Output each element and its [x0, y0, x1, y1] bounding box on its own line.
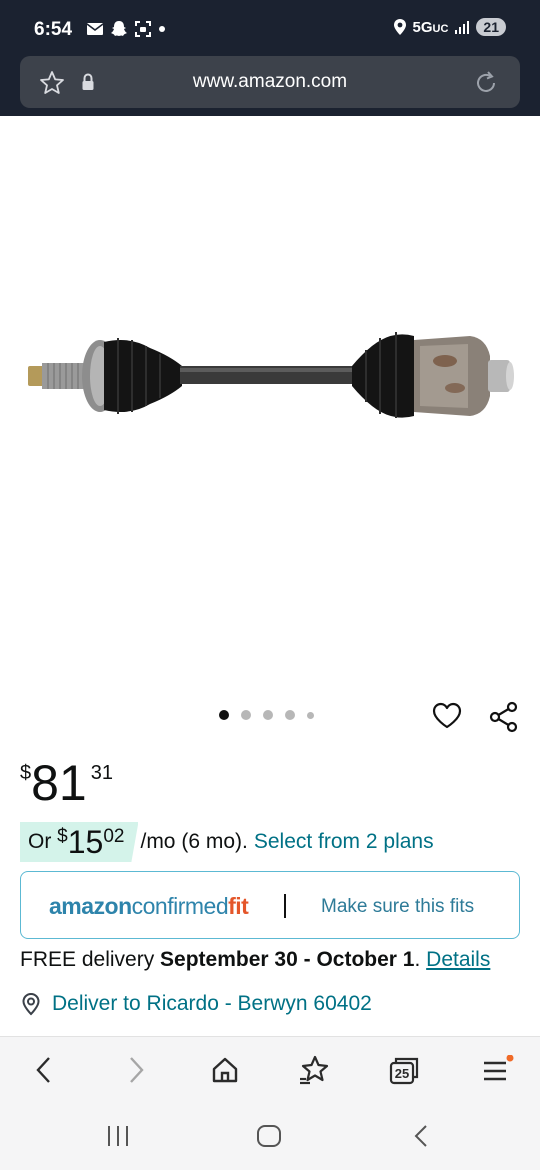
select-plans-link[interactable]: Select from 2 plans	[254, 830, 434, 854]
forward-icon[interactable]	[124, 1053, 148, 1087]
delivery-dot: .	[414, 948, 421, 971]
monthly-tag: Or $ 15 02	[20, 822, 139, 862]
location-icon	[393, 19, 406, 35]
url-text[interactable]: www.amazon.com	[20, 71, 520, 93]
location-pin-icon	[22, 992, 40, 1016]
reload-icon[interactable]	[472, 69, 500, 97]
product-image[interactable]	[0, 116, 540, 696]
bookmarks-icon[interactable]	[298, 1053, 332, 1087]
deliver-to-text[interactable]: Deliver to Ricardo - Berwyn 60402	[52, 992, 372, 1016]
price-symbol: $	[20, 762, 32, 784]
system-back-icon[interactable]	[408, 1124, 434, 1148]
back-icon[interactable]	[32, 1053, 56, 1087]
notification-icons	[86, 20, 166, 38]
battery-badge: 21	[476, 18, 506, 36]
share-icon[interactable]	[488, 701, 520, 733]
network-label: 5GUC	[412, 18, 449, 36]
dot-icon	[159, 26, 165, 32]
carousel-dot[interactable]	[241, 710, 251, 720]
carousel-dot[interactable]	[285, 710, 295, 720]
url-bar[interactable]: www.amazon.com	[20, 56, 520, 108]
delivery-prefix: FREE delivery	[20, 948, 161, 971]
confirmed-fit-logo: amazonconfirmedfit	[49, 893, 249, 919]
monthly-symbol: $	[57, 826, 68, 847]
status-bar: 6:54 5GUC 21	[0, 0, 540, 50]
status-time: 6:54	[34, 19, 73, 40]
heart-icon[interactable]	[432, 702, 462, 730]
monthly-prefix: Or	[28, 830, 58, 853]
tabs-count: 25	[394, 1066, 410, 1081]
screenshot-icon	[135, 21, 151, 37]
browser-toolbar: www.amazon.com	[0, 50, 540, 116]
divider	[284, 894, 286, 918]
carousel-dot[interactable]	[307, 711, 314, 719]
home-nav-icon[interactable]	[256, 1124, 282, 1148]
monthly-fraction: 02	[103, 826, 125, 847]
monthly-whole: 15	[67, 823, 104, 860]
system-nav-bar	[0, 1102, 540, 1170]
cv-axle-shaft-image	[28, 332, 514, 418]
price-whole: 81	[31, 755, 87, 811]
make-sure-fits-link[interactable]: Make sure this fits	[321, 896, 474, 918]
price-fraction: 31	[90, 762, 113, 784]
menu-icon	[484, 1054, 514, 1081]
recent-apps-icon[interactable]	[106, 1124, 132, 1148]
tabs-button[interactable]: 25	[388, 1055, 420, 1085]
carousel-dots[interactable]	[219, 710, 314, 720]
deliver-to-link[interactable]: Deliver to Ricardo - Berwyn 60402	[20, 992, 372, 1016]
delivery-info: FREE delivery September 30 - October 1. …	[20, 948, 490, 972]
menu-button[interactable]	[482, 1054, 514, 1090]
details-link[interactable]: Details	[426, 948, 490, 971]
signal-icon	[455, 21, 470, 34]
system-icons: 5GUC 21	[393, 18, 506, 36]
home-icon[interactable]	[210, 1053, 240, 1087]
monthly-suffix: /mo (6 mo).	[140, 830, 248, 853]
snapchat-icon	[111, 21, 127, 36]
carousel-dot-active[interactable]	[219, 710, 229, 720]
mail-icon	[86, 23, 104, 35]
confirmed-fit-box[interactable]: amazonconfirmedfit Make sure this fits	[20, 871, 520, 939]
delivery-dates: September 30 - October 1	[160, 948, 415, 971]
carousel-dot[interactable]	[263, 710, 273, 720]
product-price: $ 81 31	[20, 756, 113, 810]
browser-bottom-nav: 25	[0, 1036, 540, 1102]
monthly-payment: Or $ 15 02 /mo (6 mo). Select from 2 pla…	[20, 822, 434, 862]
